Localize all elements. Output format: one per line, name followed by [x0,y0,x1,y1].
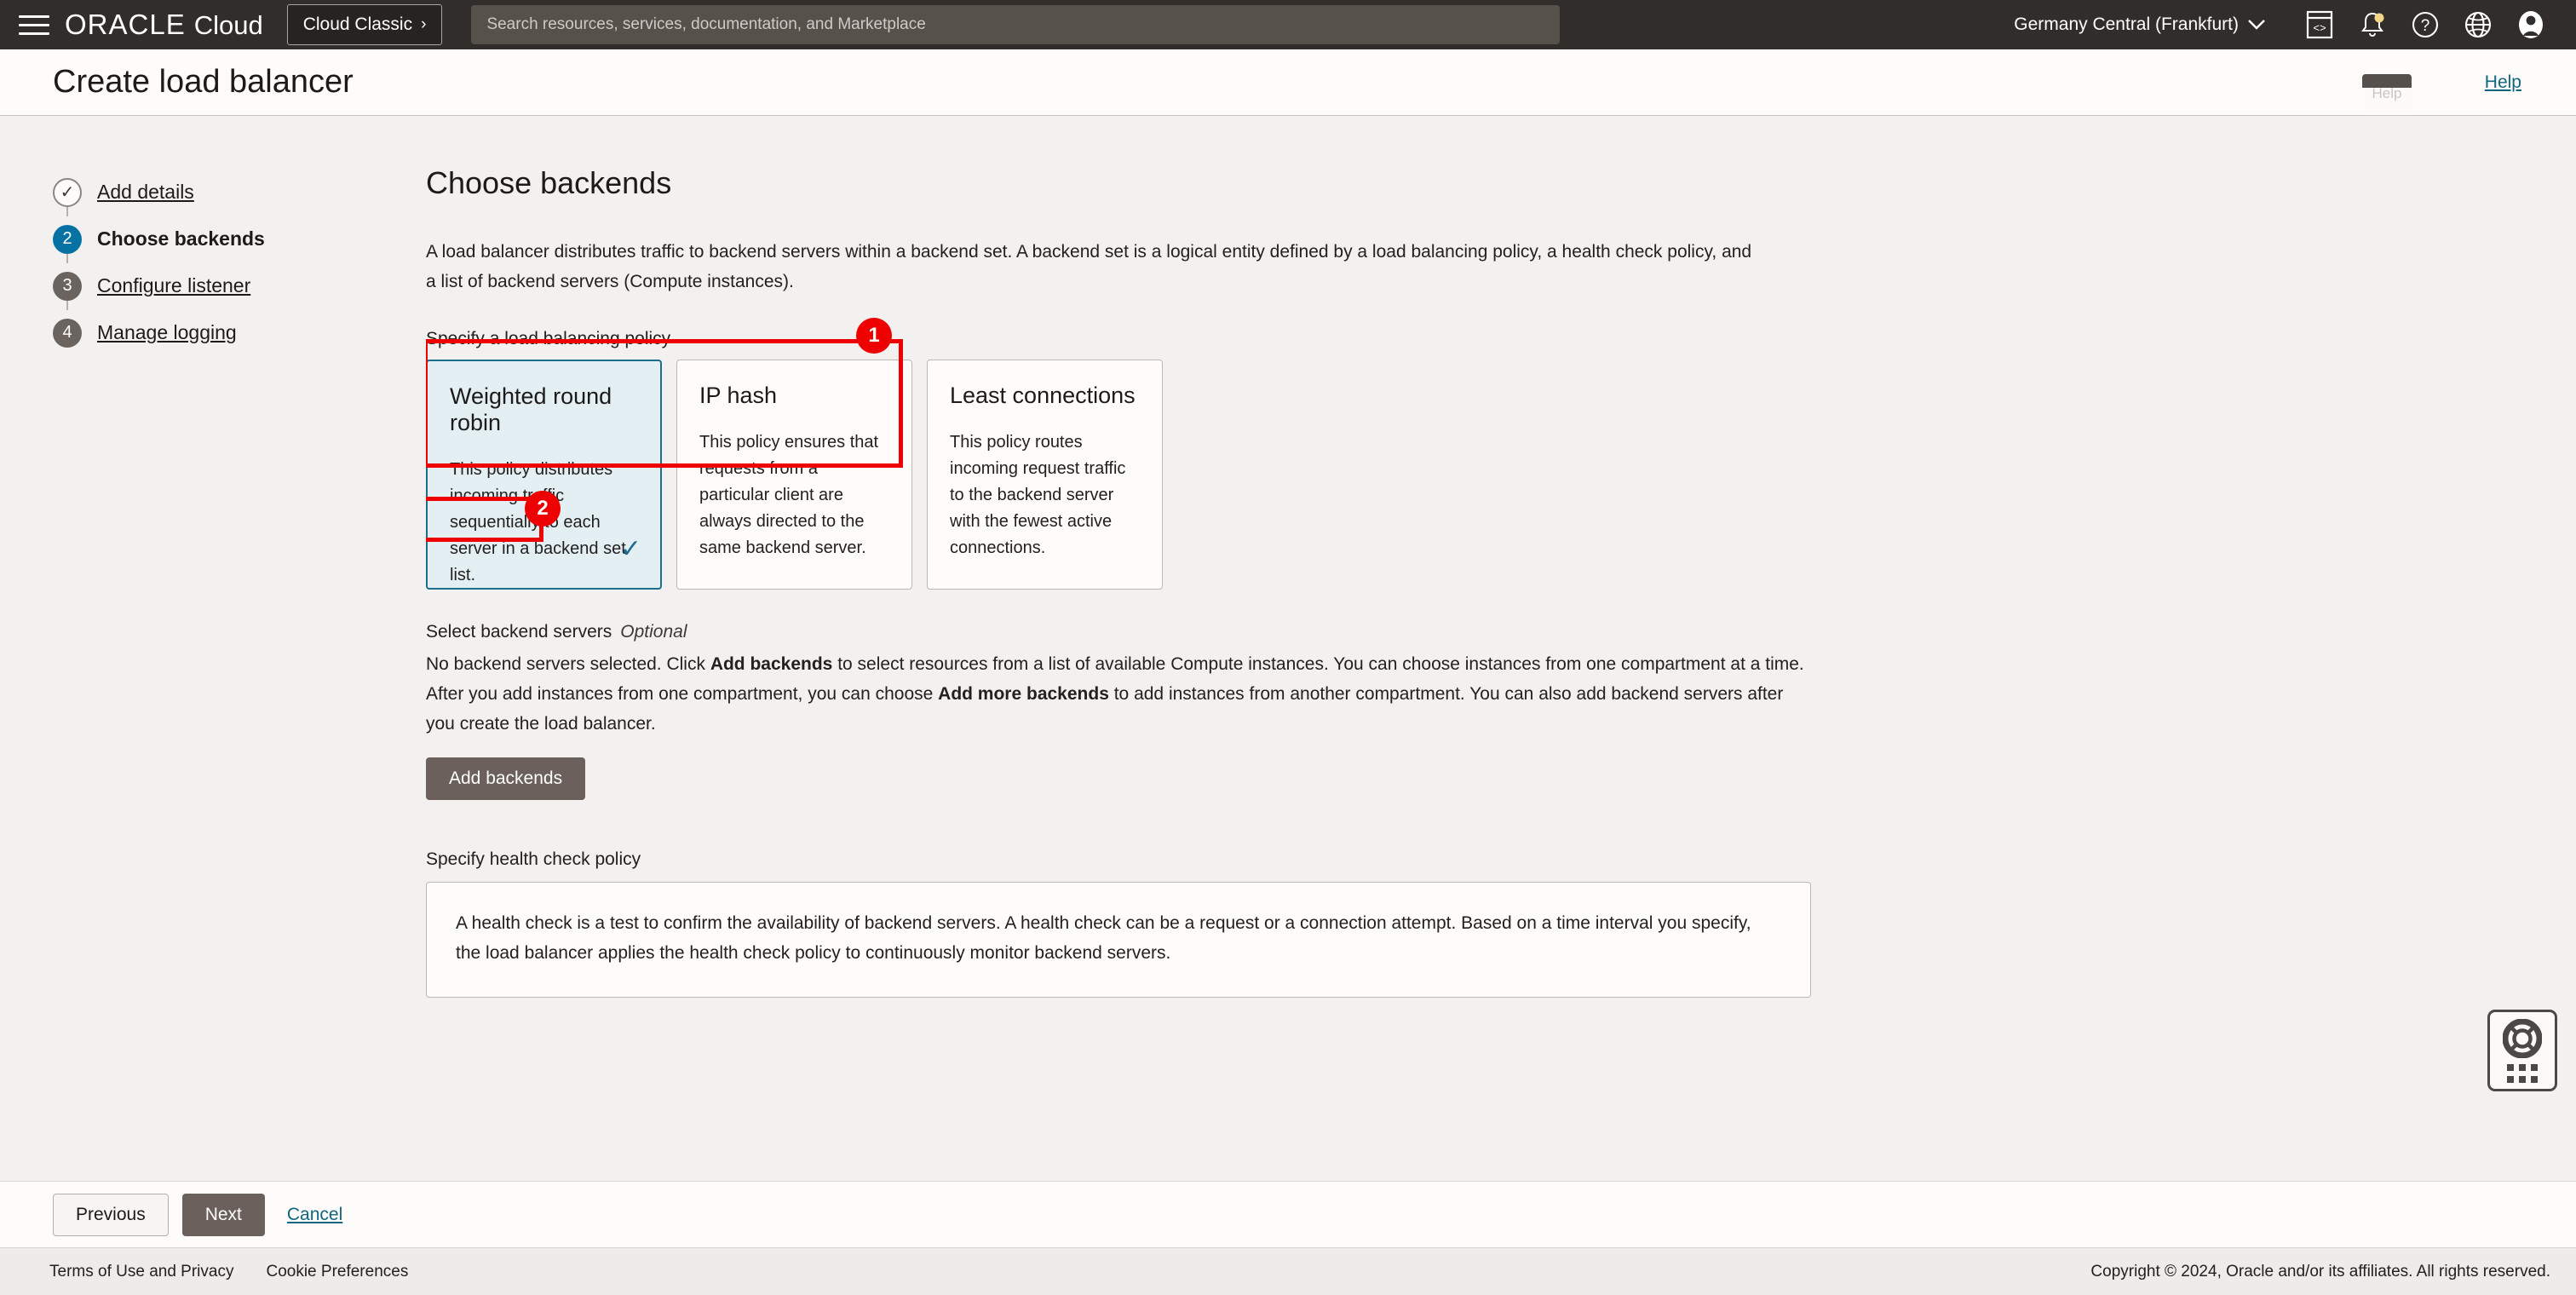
support-widget[interactable] [2487,1010,2557,1091]
next-button[interactable]: Next [181,1193,265,1236]
page-title-bar: Create load balancer Help [0,49,2576,116]
backend-servers-paragraph: No backend servers selected. Click Add b… [426,649,1811,739]
region-label: Germany Central (Frankfurt) [2014,14,2239,34]
content-area: ✓ Add details 2 Choose backends 3 Config… [0,116,2576,1181]
policy-card-ip-hash[interactable]: IP hash This policy ensures that request… [676,360,912,590]
sidebar-item-configure-listener[interactable]: 3 Configure listener [53,262,426,310]
brand-oracle-text: ORACLE [65,9,186,40]
add-backends-button[interactable]: Add backends [426,757,586,800]
header-right-cluster: Germany Central (Frankfurt) <> ? [2014,0,2557,49]
language-globe-icon[interactable] [2452,0,2504,49]
grid-dot [2531,1075,2538,1083]
region-selector[interactable]: Germany Central (Frankfurt) [2014,14,2266,35]
grid-dot [2507,1063,2514,1071]
cloud-shell-icon[interactable]: <> [2293,0,2346,49]
policy-card-least-connections[interactable]: Least connections This policy routes inc… [927,360,1163,590]
check-icon: ✓ [619,535,641,563]
policy-card-title: IP hash [699,383,778,408]
step-label-configure-listener: Configure listener [97,274,251,296]
help-question-icon[interactable]: ? [2399,0,2452,49]
global-header: ORACLE Cloud Cloud Classic › Germany Cen… [0,0,2576,49]
add-backends-row: Add backends [426,757,1840,800]
hamburger-menu-icon[interactable] [19,12,49,37]
step-bullet-1: ✓ [53,177,82,207]
section-intro-paragraph: A load balancer distributes traffic to b… [426,242,1752,291]
policy-card-description: This policy ensures that requests from a… [699,433,879,557]
notifications-bell-icon[interactable] [2346,0,2399,49]
hamburger-bar [19,23,49,26]
brand-cloud-text: Cloud [193,10,263,40]
step-label-choose-backends: Choose backends [97,227,265,250]
user-profile-icon[interactable] [2504,0,2557,49]
sidebar-item-manage-logging[interactable]: 4 Manage logging [53,309,426,356]
chevron-down-icon [2248,20,2265,30]
page-title: Create load balancer [53,64,354,100]
cookie-preferences-link[interactable]: Cookie Preferences [266,1263,408,1281]
health-check-description: A health check is a test to confirm the … [456,913,1751,963]
lifesaver-icon [2503,1018,2542,1058]
cloud-classic-label: Cloud Classic [302,14,413,34]
oracle-cloud-logo[interactable]: ORACLE Cloud [65,9,263,41]
previous-button[interactable]: Previous [53,1193,169,1236]
main-inner: Choose backends A load balancer distribu… [426,165,1840,998]
step-bullet-2: 2 [53,224,82,254]
copyright-text: Copyright © 2024, Oracle and/or its affi… [2090,1262,2550,1281]
help-tooltip: Help [2362,74,2412,113]
grid-dot [2519,1063,2526,1071]
app-shell: ORACLE Cloud Cloud Classic › Germany Cen… [0,0,2576,1295]
backend-servers-label: Select backend servers Optional [426,622,1840,642]
page-help-link[interactable]: Help [2485,72,2521,93]
terms-of-use-link[interactable]: Terms of Use and Privacy [49,1263,233,1281]
step-label-add-details: Add details [97,181,194,203]
backend-text-1: No backend servers selected. Click [426,654,710,674]
chevron-right-icon: › [421,15,427,33]
step-bullet-4: 4 [53,318,82,348]
wizard-steps: ✓ Add details 2 Choose backends 3 Config… [0,116,426,1181]
load-balancing-policy-label: Specify a load balancing policy [426,329,671,348]
global-search-box[interactable] [471,5,1561,44]
sidebar-item-choose-backends[interactable]: 2 Choose backends [53,216,426,263]
policy-card-list: Weighted round robin This policy distrib… [426,360,1840,590]
optional-tag: Optional [620,622,687,642]
svg-text:<>: <> [2313,22,2326,35]
health-check-policy-label: Specify health check policy [426,849,641,869]
wizard-action-bar: Previous Next Cancel [0,1181,2576,1247]
sidebar-item-add-details[interactable]: ✓ Add details [53,169,426,216]
step-label-manage-logging: Manage logging [97,321,237,343]
cloud-classic-button[interactable]: Cloud Classic › [286,4,443,45]
main-panel: Choose backends A load balancer distribu… [426,116,2576,1181]
policy-card-title: Least connections [950,383,1136,408]
svg-text:?: ? [2421,17,2430,35]
annotation-badge-2: 2 [525,491,561,527]
section-heading: Choose backends [426,165,672,200]
backend-bold-add-backends: Add backends [710,654,833,674]
health-check-policy-box: A health check is a test to confirm the … [426,882,1811,998]
page-footer: Terms of Use and Privacy Cookie Preferen… [0,1247,2576,1295]
backend-bold-add-more-backends: Add more backends [938,684,1109,704]
policy-card-weighted-round-robin[interactable]: Weighted round robin This policy distrib… [426,360,662,590]
policy-card-title: Weighted round robin [450,383,612,435]
annotation-badge-1: 1 [856,318,892,354]
hamburger-bar [19,32,49,35]
backend-servers-label-text: Select backend servers [426,622,612,642]
search-input[interactable] [486,15,1545,34]
app-grid-icon [2507,1063,2538,1083]
grid-dot [2531,1063,2538,1071]
grid-dot [2519,1075,2526,1083]
cancel-link[interactable]: Cancel [287,1205,342,1225]
policy-card-description: This policy routes incoming request traf… [950,433,1126,557]
hamburger-bar [19,14,49,18]
grid-dot [2507,1075,2514,1083]
step-bullet-3: 3 [53,271,82,301]
